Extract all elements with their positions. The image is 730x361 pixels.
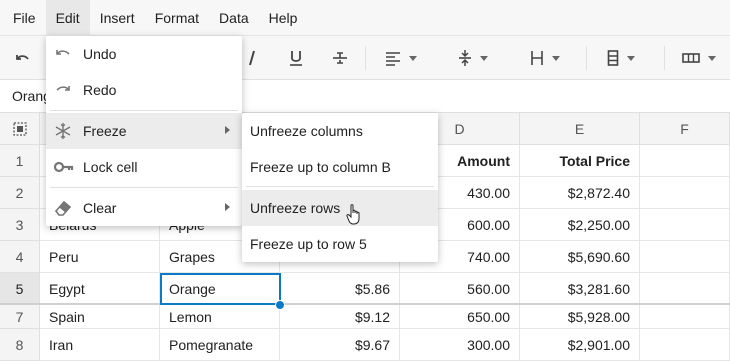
row-header[interactable]: 3: [0, 209, 40, 241]
menu-divider: [50, 110, 238, 111]
menu-file[interactable]: File: [0, 0, 46, 36]
grid-cell[interactable]: Orange: [160, 273, 280, 305]
grid-cell[interactable]: $5,928.00: [520, 305, 640, 329]
chevron-down-icon: [552, 55, 560, 61]
submenu-item-label: Unfreeze rows: [250, 200, 341, 216]
chevron-down-icon: [480, 55, 488, 61]
select-all-icon: [12, 122, 27, 136]
submenu-item-freeze-up-to-row-5[interactable]: Freeze up to row 5: [242, 226, 438, 262]
grid-cell[interactable]: [640, 209, 730, 241]
grid-cell[interactable]: Egypt: [40, 273, 160, 305]
menu-item-undo[interactable]: Undo: [46, 36, 242, 72]
menu-item-label: Undo: [83, 46, 117, 62]
grid-cell[interactable]: Total Price: [520, 145, 640, 177]
menu-item-clear[interactable]: Clear: [46, 190, 242, 226]
grid-cell[interactable]: 560.00: [400, 273, 520, 305]
column-header-e[interactable]: E: [520, 113, 640, 145]
grid-cell[interactable]: $2,901.00: [520, 329, 640, 361]
snowflake-icon: [54, 122, 72, 140]
menu-item-lock-cell[interactable]: Lock cell: [46, 149, 242, 185]
grid-cell[interactable]: $9.12: [280, 305, 400, 329]
italic-icon[interactable]: [240, 36, 264, 80]
undo-icon: [54, 45, 72, 63]
vertical-align-icon[interactable]: [450, 36, 496, 80]
hand-cursor-icon: [346, 204, 360, 225]
chevron-down-icon: [627, 55, 635, 61]
grid-cell[interactable]: [640, 241, 730, 273]
frozen-divider: [0, 303, 730, 305]
row-header[interactable]: 4: [0, 241, 40, 273]
undo-icon[interactable]: [8, 36, 36, 80]
row-header[interactable]: 7: [0, 305, 40, 329]
menu-edit[interactable]: Edit: [45, 0, 90, 36]
strikethrough-icon[interactable]: [328, 36, 352, 80]
chevron-right-icon: [225, 126, 230, 134]
edit-menu: Undo Redo Freeze Lock cell Clear: [46, 36, 242, 226]
column-header-f[interactable]: F: [640, 113, 730, 145]
row-header[interactable]: 8: [0, 329, 40, 361]
grid-cell[interactable]: $9.67: [280, 329, 400, 361]
menubar: File Edit Insert Format Data Help: [0, 0, 730, 36]
grid-cell[interactable]: [640, 273, 730, 305]
grid-cell[interactable]: Peru: [40, 241, 160, 273]
freeze-submenu: Unfreeze columns Freeze up to column B U…: [242, 113, 438, 262]
key-icon: [53, 158, 74, 176]
menu-divider: [246, 186, 434, 187]
grid-cell[interactable]: Iran: [40, 329, 160, 361]
border-icon[interactable]: [676, 36, 722, 80]
toolbar-separator: [586, 46, 587, 70]
menu-item-redo[interactable]: Redo: [46, 72, 242, 108]
align-left-icon[interactable]: [378, 36, 424, 80]
chevron-down-icon: [708, 55, 716, 61]
menu-item-label: Freeze: [83, 123, 127, 139]
submenu-item-label: Freeze up to column B: [250, 159, 391, 175]
grid-cell[interactable]: [640, 305, 730, 329]
menu-divider: [50, 187, 238, 188]
submenu-item-unfreeze-columns[interactable]: Unfreeze columns: [242, 113, 438, 149]
row-header[interactable]: 1: [0, 145, 40, 177]
chevron-down-icon: [409, 55, 417, 61]
grid-cell[interactable]: Lemon: [160, 305, 280, 329]
submenu-item-freeze-up-to-column-b[interactable]: Freeze up to column B: [242, 149, 438, 185]
menu-insert[interactable]: Insert: [90, 0, 145, 36]
grid-cell[interactable]: $5.86: [280, 273, 400, 305]
grid-cell[interactable]: [640, 329, 730, 361]
grid-cell[interactable]: $2,872.40: [520, 177, 640, 209]
grid-cell[interactable]: $2,250.00: [520, 209, 640, 241]
fill-handle[interactable]: [275, 300, 285, 310]
underline-icon[interactable]: [284, 36, 308, 80]
grid-cell[interactable]: $3,281.60: [520, 273, 640, 305]
select-all-corner[interactable]: [0, 113, 40, 145]
grid-cell[interactable]: Pomegranate: [160, 329, 280, 361]
grid-cell[interactable]: [640, 145, 730, 177]
toolbar-separator: [664, 46, 665, 70]
column-icon[interactable]: [598, 36, 644, 80]
menu-item-freeze[interactable]: Freeze: [46, 113, 242, 149]
grid-cell[interactable]: 300.00: [400, 329, 520, 361]
chevron-right-icon: [225, 203, 230, 211]
grid-cell[interactable]: $5,690.60: [520, 241, 640, 273]
eraser-icon: [54, 199, 72, 217]
grid-cell[interactable]: 650.00: [400, 305, 520, 329]
submenu-item-label: Unfreeze columns: [250, 123, 363, 139]
menu-format[interactable]: Format: [145, 0, 209, 36]
redo-icon: [54, 81, 72, 99]
submenu-item-unfreeze-rows[interactable]: Unfreeze rows: [242, 190, 438, 226]
submenu-item-label: Freeze up to row 5: [250, 236, 367, 252]
row-header[interactable]: 5: [0, 273, 40, 305]
row-header[interactable]: 2: [0, 177, 40, 209]
menu-help[interactable]: Help: [259, 0, 308, 36]
menu-item-label: Lock cell: [83, 159, 138, 175]
menu-item-label: Redo: [83, 82, 117, 98]
text-height-icon[interactable]: [522, 36, 568, 80]
toolbar-separator: [365, 46, 366, 70]
menu-data[interactable]: Data: [209, 0, 259, 36]
grid-cell[interactable]: [640, 177, 730, 209]
menu-item-label: Clear: [83, 200, 117, 216]
grid-cell[interactable]: Spain: [40, 305, 160, 329]
